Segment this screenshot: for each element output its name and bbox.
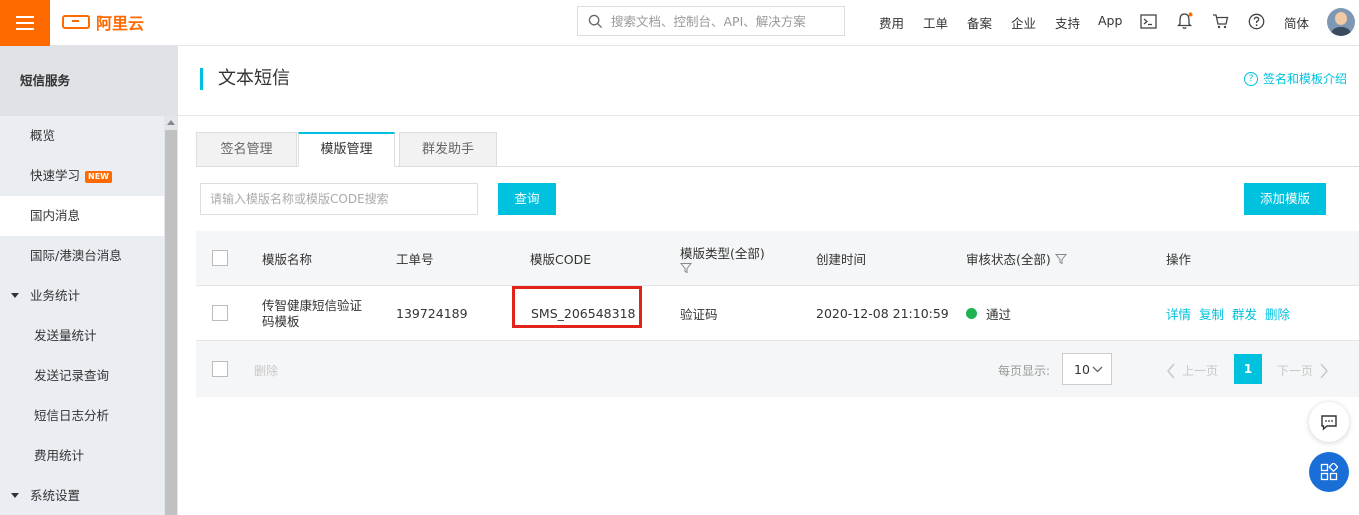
chevron-right-icon xyxy=(1320,363,1329,378)
aliyun-logo-mark xyxy=(62,15,90,29)
main-content: 文本短信 ? 签名和模板介绍 签名管理 模版管理 群发助手 查询 添加模版 模版… xyxy=(178,46,1359,515)
nav-billing[interactable]: 费用 xyxy=(879,13,904,32)
avatar[interactable] xyxy=(1327,8,1355,36)
bell-icon[interactable] xyxy=(1175,12,1193,30)
tab-templates[interactable]: 模版管理 xyxy=(298,132,395,167)
scroll-thumb[interactable] xyxy=(165,130,177,515)
top-bar: 阿里云 费用 工单 备案 企业 支持 App 简体 xyxy=(0,0,1359,46)
scroll-up-arrow-icon[interactable] xyxy=(167,120,175,125)
col-type[interactable]: 模版类型(全部) xyxy=(680,231,765,286)
nav-support[interactable]: 支持 xyxy=(1055,13,1080,32)
apps-button[interactable] xyxy=(1309,452,1349,492)
template-table: 模版名称 工单号 模版CODE 模版类型(全部) 创建时间 审核状态(全部) 操… xyxy=(196,231,1359,397)
sidebar-item-overview[interactable]: 概览 xyxy=(0,116,164,156)
sidebar-group-statistics[interactable]: 业务统计 xyxy=(0,276,164,316)
row-actions: 详情 复制 群发 删除 xyxy=(1166,286,1298,341)
cart-icon[interactable] xyxy=(1211,12,1229,30)
tab-signatures[interactable]: 签名管理 xyxy=(196,132,297,167)
row-checkbox[interactable] xyxy=(212,305,228,321)
sidebar-menu: 概览 快速学习 NEW 国内消息 国际/港澳台消息 业务统计 发送量统计 发送记录… xyxy=(0,116,164,515)
delete-link[interactable]: 删除 xyxy=(1265,304,1290,323)
query-button[interactable]: 查询 xyxy=(498,183,556,215)
nav-icp[interactable]: 备案 xyxy=(967,13,992,32)
caret-down-icon xyxy=(11,293,19,298)
template-type: 验证码 xyxy=(680,307,718,322)
ticket-number: 139724189 xyxy=(396,306,468,321)
question-circle-icon: ? xyxy=(1243,71,1258,86)
page-size-select[interactable]: 10 xyxy=(1062,353,1112,385)
help-icon[interactable] xyxy=(1247,12,1265,30)
bulk-delete-button[interactable]: 删除 xyxy=(254,362,278,379)
tab-bar: 签名管理 模版管理 群发助手 xyxy=(196,132,1359,167)
menu-icon[interactable] xyxy=(0,0,50,46)
nav-tickets[interactable]: 工单 xyxy=(923,13,948,32)
sidebar: 短信服务 概览 快速学习 NEW 国内消息 国际/港澳台消息 业务统计 发送量统计… xyxy=(0,46,178,515)
template-search-input[interactable] xyxy=(200,183,478,215)
footer-select-all-checkbox[interactable] xyxy=(212,361,228,377)
add-template-button[interactable]: 添加模版 xyxy=(1244,183,1326,215)
language-switch[interactable]: 简体 xyxy=(1284,13,1309,32)
sidebar-item-log-analysis[interactable]: 短信日志分析 xyxy=(0,396,164,436)
select-all-checkbox[interactable] xyxy=(212,250,228,266)
col-created: 创建时间 xyxy=(816,252,867,267)
template-name: 传智健康短信验证 码模板 xyxy=(262,297,363,329)
page-size-label: 每页显示: xyxy=(998,364,1051,378)
new-badge: NEW xyxy=(85,171,112,183)
sidebar-item-quick-learn[interactable]: 快速学习 NEW xyxy=(0,156,164,196)
col-actions: 操作 xyxy=(1166,252,1192,267)
table-row: 传智健康短信验证 码模板 139724189 SMS_206548318 验证码… xyxy=(196,286,1359,341)
next-page-button[interactable]: 下一页 xyxy=(1277,362,1329,379)
col-status[interactable]: 审核状态(全部) xyxy=(966,231,1067,286)
prev-page-button[interactable]: 上一页 xyxy=(1166,362,1218,379)
sidebar-item-send-records[interactable]: 发送记录查询 xyxy=(0,356,164,396)
chevron-left-icon xyxy=(1167,363,1175,378)
status-dot-icon xyxy=(966,308,977,319)
chat-button[interactable] xyxy=(1309,402,1349,442)
filter-icon[interactable] xyxy=(1054,253,1067,265)
col-ticket: 工单号 xyxy=(396,252,434,267)
sidebar-item-international[interactable]: 国际/港澳台消息 xyxy=(0,236,164,276)
sidebar-scrollbar[interactable] xyxy=(164,116,178,515)
caret-down-icon xyxy=(11,493,19,498)
global-search-input[interactable] xyxy=(611,13,836,29)
apps-grid-icon xyxy=(1320,463,1338,481)
table-header: 模版名称 工单号 模版CODE 模版类型(全部) 创建时间 审核状态(全部) 操… xyxy=(196,231,1359,286)
sidebar-group-settings[interactable]: 系统设置 xyxy=(0,476,164,515)
search-icon xyxy=(588,14,603,28)
review-status: 通过 xyxy=(966,286,1011,341)
chevron-down-icon xyxy=(1092,366,1103,373)
table-footer: 删除 每页显示: 10 上一页 1 下一页 xyxy=(196,341,1359,397)
global-search[interactable] xyxy=(577,6,845,36)
copy-link[interactable]: 复制 xyxy=(1199,304,1224,323)
sidebar-item-domestic[interactable]: 国内消息 xyxy=(0,196,164,236)
terminal-icon[interactable] xyxy=(1139,12,1157,30)
sidebar-title: 短信服务 xyxy=(0,46,178,116)
help-link[interactable]: ? 签名和模板介绍 xyxy=(1243,70,1347,87)
sidebar-item-send-volume[interactable]: 发送量统计 xyxy=(0,316,164,356)
page-header: 文本短信 ? 签名和模板介绍 xyxy=(178,46,1359,116)
tab-bulk-send[interactable]: 群发助手 xyxy=(399,132,497,167)
aliyun-logo[interactable]: 阿里云 xyxy=(62,11,144,33)
col-name: 模版名称 xyxy=(262,252,313,267)
created-time: 2020-12-08 21:10:59 xyxy=(816,306,949,321)
sidebar-item-cost-stats[interactable]: 费用统计 xyxy=(0,436,164,476)
filter-icon[interactable] xyxy=(680,262,692,274)
page-title: 文本短信 xyxy=(200,68,290,90)
chat-icon xyxy=(1321,414,1337,431)
col-code: 模版CODE xyxy=(530,252,592,267)
code-highlight-box xyxy=(512,286,642,328)
nav-enterprise[interactable]: 企业 xyxy=(1011,13,1036,32)
detail-link[interactable]: 详情 xyxy=(1166,304,1191,323)
bulk-send-link[interactable]: 群发 xyxy=(1232,304,1257,323)
brand-name: 阿里云 xyxy=(96,14,145,33)
current-page-button[interactable]: 1 xyxy=(1234,354,1262,384)
nav-app[interactable]: App xyxy=(1098,13,1122,28)
